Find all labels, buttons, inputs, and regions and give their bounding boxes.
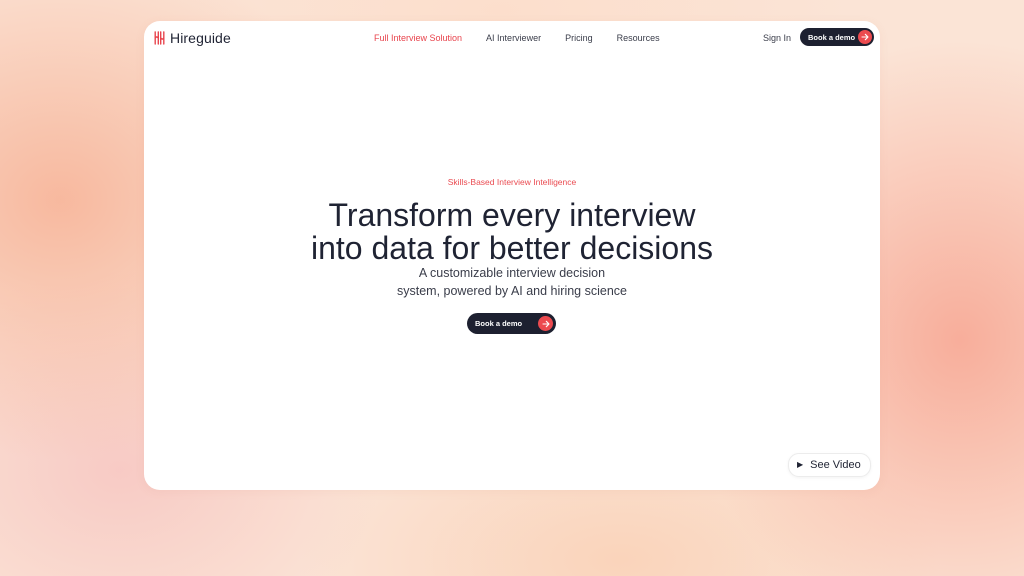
hireguide-logo-icon [154, 31, 165, 45]
book-demo-button-nav[interactable]: Book a demo [800, 28, 874, 46]
brand-name: Hireguide [170, 30, 231, 46]
hero-subheadline: A customizable interview decision system… [144, 264, 880, 300]
main-nav: Full Interview Solution AI Interviewer P… [374, 33, 684, 43]
book-demo-label: Book a demo [475, 319, 523, 328]
hero-card: Hireguide Full Interview Solution AI Int… [144, 21, 880, 490]
hero-headline-line-2: into data for better decisions [310, 230, 713, 266]
see-video-button[interactable]: ▶ See Video [788, 453, 871, 477]
hero-subheadline-line-2: system, powered by AI and hiring science [397, 284, 627, 298]
hero-eyebrow: Skills-Based Interview Intelligence [447, 177, 577, 187]
play-icon: ▶ [797, 460, 804, 469]
nav-item-full-interview-solution[interactable]: Full Interview Solution [374, 33, 462, 43]
see-video-label: See Video [810, 459, 861, 471]
hero-headline-line-1: Transform every interview [328, 197, 696, 233]
arrow-right-icon [858, 30, 872, 44]
nav-item-resources[interactable]: Resources [617, 33, 660, 43]
arrow-right-icon [538, 316, 553, 331]
hero-subheadline-line-1: A customizable interview decision [418, 266, 606, 280]
book-demo-button-hero[interactable]: Book a demo [467, 313, 556, 334]
brand-logo[interactable]: Hireguide [154, 30, 231, 46]
hero-headline: Transform every interview into data for … [144, 199, 880, 265]
sign-in-link[interactable]: Sign In [763, 33, 791, 43]
nav-item-pricing[interactable]: Pricing [565, 33, 593, 43]
nav-item-ai-interviewer[interactable]: AI Interviewer [486, 33, 541, 43]
book-demo-label: Book a demo [808, 32, 856, 42]
